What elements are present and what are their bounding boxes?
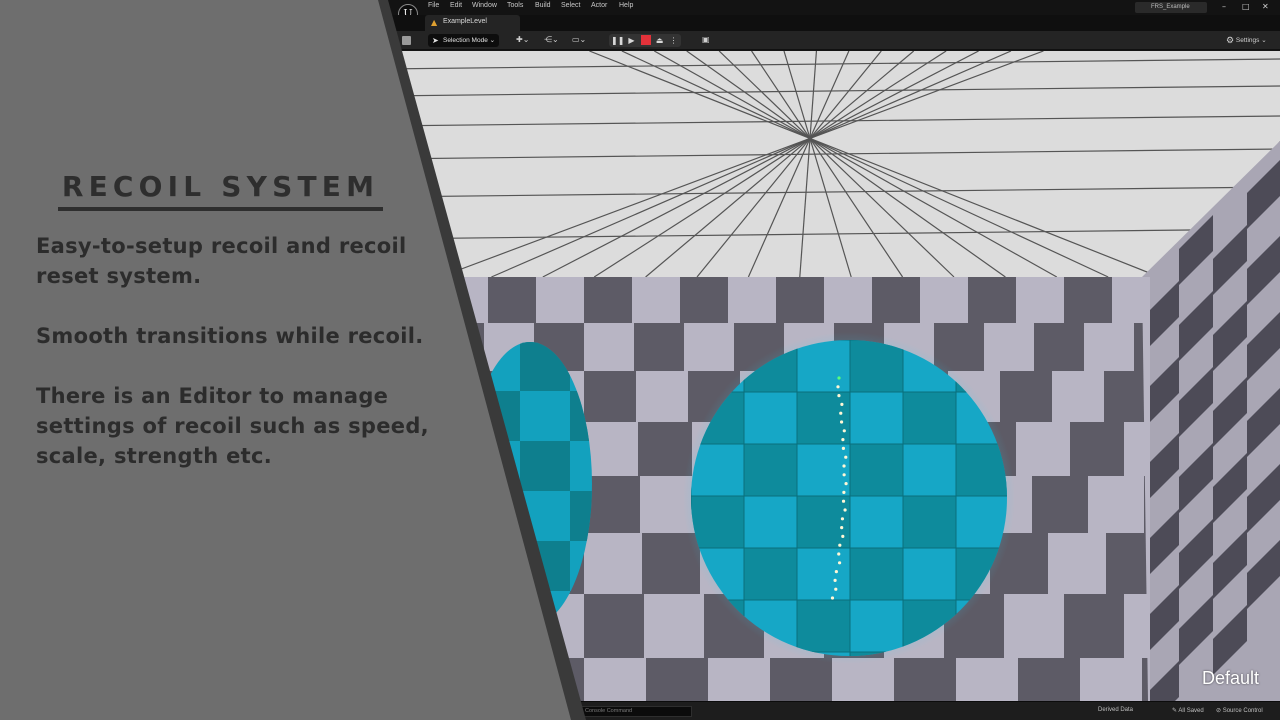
panel-heading: RECOIL SYSTEM	[61, 170, 380, 203]
feature-text-line: There is an Editor to manage	[36, 384, 389, 408]
feature-text-line: reset system.	[36, 264, 202, 288]
feature-text-line: settings of recoil such as speed,	[36, 414, 429, 438]
feature-text-line: Easy-to-setup recoil and recoil	[36, 234, 407, 258]
info-panel-shape	[0, 0, 586, 720]
feature-text-line: Smooth transitions while recoil.	[36, 324, 424, 348]
feature-text-line: scale, strength etc.	[36, 444, 272, 468]
heading-underline	[58, 207, 383, 211]
